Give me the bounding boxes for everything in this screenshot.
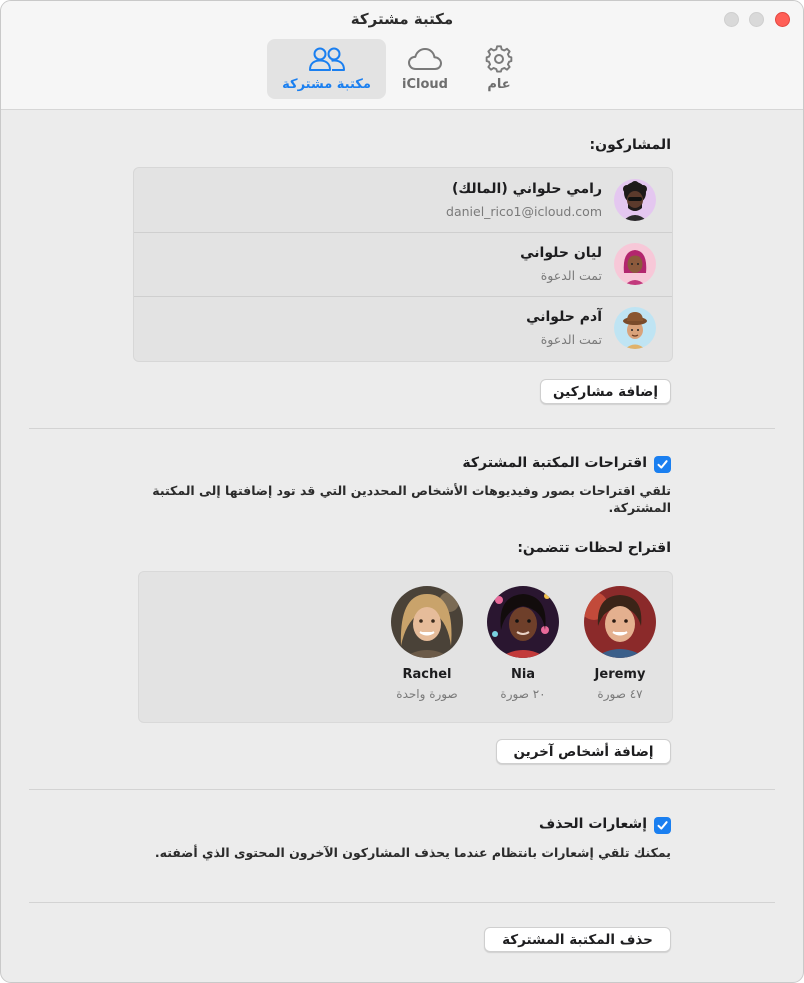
avatar xyxy=(614,179,656,221)
avatar xyxy=(614,243,656,285)
participant-name: رامي حلواني (المالك) xyxy=(451,181,602,197)
person-name: Rachel xyxy=(402,667,452,682)
delete-shared-library-button[interactable]: حذف المكتبة المشتركة xyxy=(484,927,671,952)
person-item[interactable]: Nia ٢٠ صورة xyxy=(478,586,568,701)
checkmark-icon xyxy=(657,821,668,830)
person-photo xyxy=(391,586,463,658)
tab-shared-library[interactable]: مكتبة مشتركة xyxy=(267,39,386,99)
tab-general-label: عام xyxy=(487,77,511,92)
person-photo-count: ٢٠ صورة xyxy=(500,687,546,701)
cloud-icon xyxy=(396,45,454,73)
avatar xyxy=(614,307,656,349)
toolbar: مكتبة مشتركة مكتبة مشتركة iCloud عام xyxy=(1,1,803,110)
person-name: Nia xyxy=(510,667,536,682)
person-photo-count: ٤٧ صورة xyxy=(597,687,643,701)
participant-name: ليان حلواني xyxy=(520,245,602,261)
person-photo xyxy=(584,586,656,658)
divider xyxy=(29,789,775,790)
tab-shared-library-label: مكتبة مشتركة xyxy=(282,77,371,92)
divider xyxy=(29,902,775,903)
participant-row[interactable]: رامي حلواني (المالك) daniel_rico1@icloud… xyxy=(134,168,672,233)
divider xyxy=(29,428,775,429)
person-name: Jeremy xyxy=(594,667,646,682)
person-photo-count: صورة واحدة xyxy=(396,687,458,701)
two-people-icon xyxy=(267,45,386,73)
add-participants-button[interactable]: إضافة مشاركين xyxy=(540,379,671,404)
participant-row[interactable]: آدم حلواني تمت الدعوة xyxy=(134,296,672,360)
deletion-notifications-label[interactable]: إشعارات الحذف xyxy=(539,816,647,832)
tab-general[interactable]: عام xyxy=(473,39,525,99)
person-item[interactable]: Jeremy ٤٧ صورة xyxy=(575,586,665,701)
participants-list: رامي حلواني (المالك) daniel_rico1@icloud… xyxy=(133,167,673,362)
deletion-notifications-description: يمكنك تلقي إشعارات بانتظام عندما يحذف ال… xyxy=(154,845,671,860)
suggestions-checkbox[interactable] xyxy=(654,456,671,473)
suggestions-label[interactable]: اقتراحات المكتبة المشتركة xyxy=(462,455,647,471)
window-title: مكتبة مشتركة xyxy=(350,10,454,28)
deletion-notifications-checkbox[interactable] xyxy=(654,817,671,834)
participant-status: تمت الدعوة xyxy=(540,268,602,283)
suggested-people: Jeremy ٤٧ صورة Nia ٢٠ صورة Rachel صورة و… xyxy=(138,571,673,723)
participant-status: تمت الدعوة xyxy=(540,332,602,347)
moments-heading: اقتراح لحظات تتضمن: xyxy=(517,540,671,556)
add-other-people-button[interactable]: إضافة أشخاص آخرين xyxy=(496,739,671,764)
settings-content: المشاركون: رامي حلواني (المالك) daniel_r xyxy=(1,110,803,982)
gear-icon xyxy=(473,45,525,73)
suggestions-description: تلقي اقتراحات بصور وفيديوهات الأشخاص الم… xyxy=(152,483,671,515)
participant-email: daniel_rico1@icloud.com xyxy=(446,204,602,219)
participant-row[interactable]: ليان حلواني تمت الدعوة xyxy=(134,232,672,297)
person-photo xyxy=(487,586,559,658)
participant-name: آدم حلواني xyxy=(526,309,602,325)
participants-heading: المشاركون: xyxy=(589,137,671,153)
person-item[interactable]: Rachel صورة واحدة xyxy=(382,586,472,701)
checkmark-icon xyxy=(657,460,668,469)
tab-icloud-label: iCloud xyxy=(402,77,448,92)
settings-window: مكتبة مشتركة مكتبة مشتركة iCloud عام الم… xyxy=(0,0,804,983)
tab-icloud[interactable]: iCloud xyxy=(396,39,454,99)
